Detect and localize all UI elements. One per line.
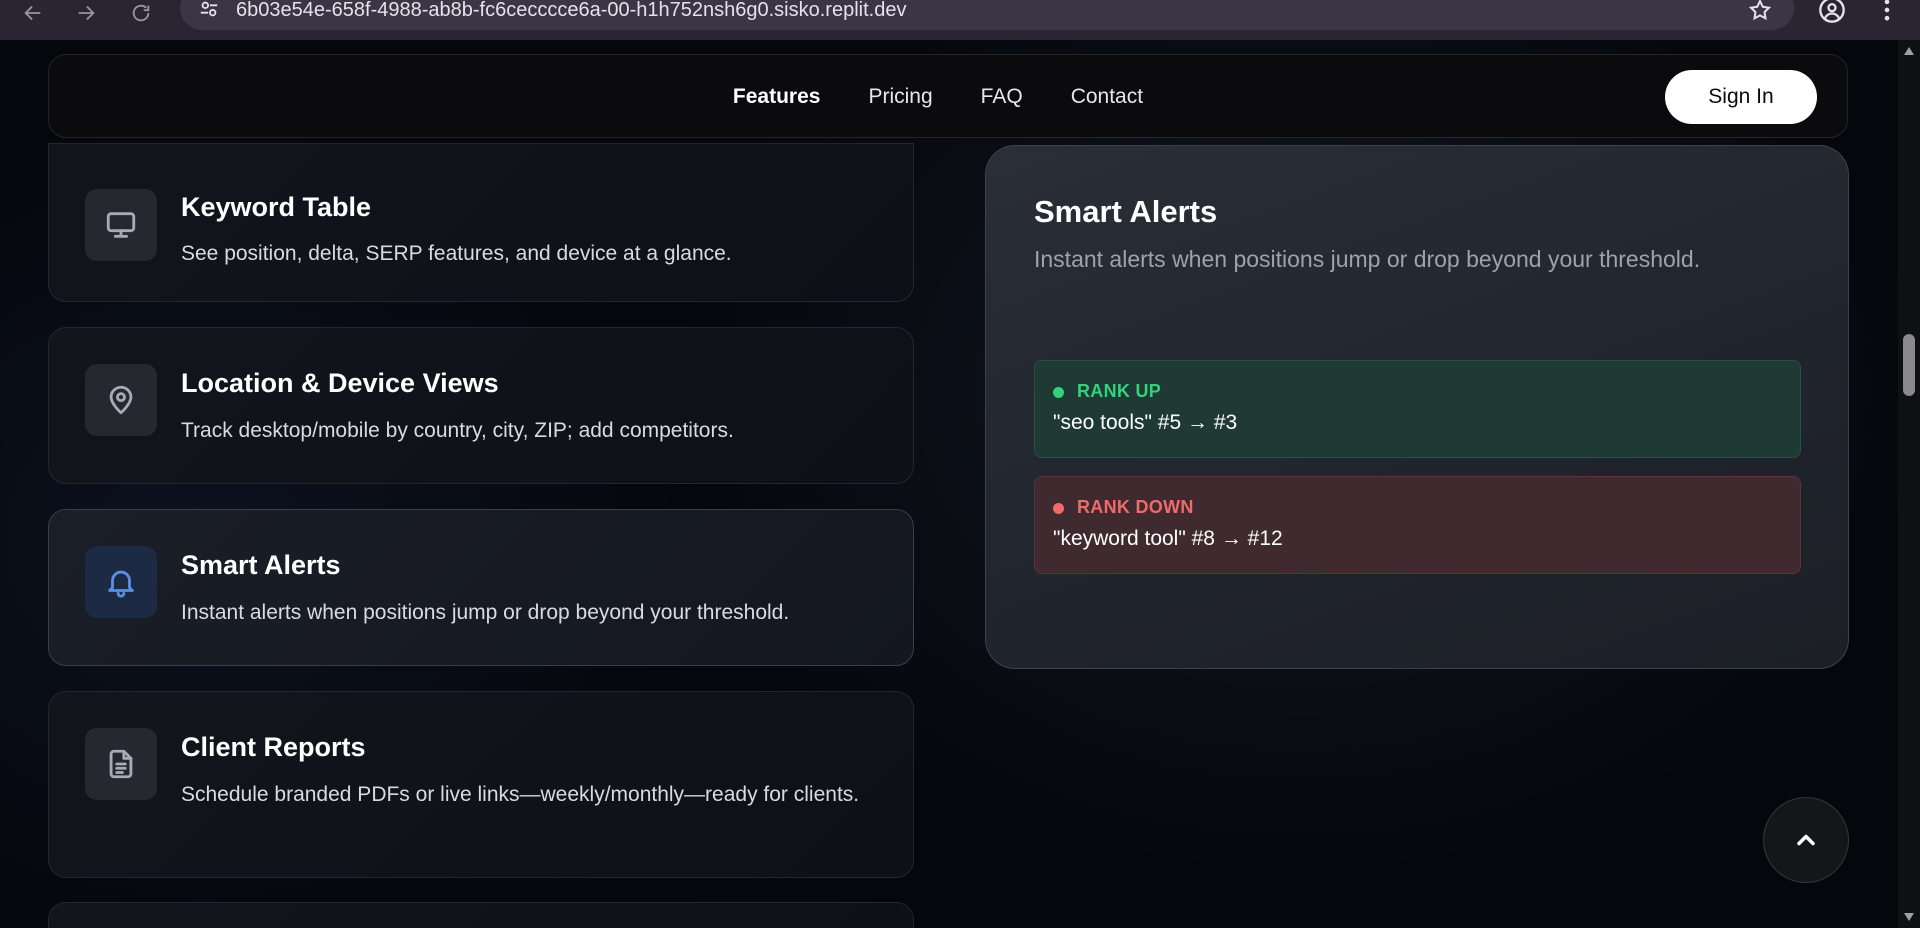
scroll-to-top-button[interactable]	[1763, 797, 1849, 883]
feature-desc: Schedule branded PDFs or live links—week…	[181, 783, 860, 806]
feature-title: Smart Alerts	[181, 550, 341, 580]
alert-rank-up: RANK UP "seo tools" #5 → #3	[1034, 360, 1801, 458]
nav-features[interactable]: Features	[733, 85, 821, 109]
chevron-up-icon	[1797, 834, 1815, 846]
url-text: 6b03e54e-658f-4988-ab8b-fc6cecccce6a-00-…	[236, 0, 907, 21]
map-pin-icon	[85, 364, 157, 436]
nav-contact[interactable]: Contact	[1071, 85, 1143, 109]
feature-card-next[interactable]	[48, 902, 914, 928]
alert-tag: RANK DOWN	[1077, 497, 1194, 517]
site-header: Features Pricing FAQ Contact Sign In	[48, 54, 1848, 138]
feature-card-location-device[interactable]: Location & Device Views Track desktop/mo…	[48, 327, 914, 484]
scroll-down-arrow-icon[interactable]	[1903, 912, 1915, 922]
nav-pricing[interactable]: Pricing	[868, 85, 932, 109]
back-icon[interactable]	[20, 0, 46, 26]
panel-desc: Instant alerts when positions jump or dr…	[1034, 246, 1701, 272]
status-dot	[1053, 387, 1064, 398]
alert-message: "keyword tool" #8 → #12	[1053, 527, 1283, 550]
panel-title: Smart Alerts	[1034, 194, 1218, 229]
feature-title: Location & Device Views	[181, 368, 499, 398]
forward-icon[interactable]	[73, 0, 99, 26]
scroll-up-arrow-icon[interactable]	[1903, 46, 1915, 56]
feature-desc: Track desktop/mobile by country, city, Z…	[181, 419, 734, 442]
feature-desc: Instant alerts when positions jump or dr…	[181, 601, 790, 624]
scrollbar[interactable]	[1898, 40, 1920, 928]
browser-toolbar: 6b03e54e-658f-4988-ab8b-fc6cecccce6a-00-…	[0, 0, 1920, 40]
alert-rank-down: RANK DOWN "keyword tool" #8 → #12	[1034, 476, 1801, 574]
profile-icon[interactable]	[1818, 0, 1846, 24]
feature-card-keyword-table[interactable]: Keyword Table See position, delta, SERP …	[48, 143, 914, 302]
document-icon	[85, 728, 157, 800]
page-content: Features Pricing FAQ Contact Sign In Key…	[0, 40, 1898, 928]
bookmark-star-icon[interactable]	[1748, 0, 1772, 22]
status-dot	[1053, 503, 1064, 514]
alert-tag: RANK UP	[1077, 381, 1162, 401]
browser-menu-icon[interactable]	[1880, 0, 1894, 24]
bell-icon	[85, 546, 157, 618]
monitor-icon	[85, 189, 157, 261]
feature-desc: See position, delta, SERP features, and …	[181, 242, 732, 265]
address-bar[interactable]: 6b03e54e-658f-4988-ab8b-fc6cecccce6a-00-…	[180, 0, 1794, 30]
main-nav: Features Pricing FAQ Contact	[49, 55, 1847, 139]
site-info-icon[interactable]	[198, 0, 220, 20]
sign-in-button[interactable]: Sign In	[1665, 70, 1817, 124]
feature-title: Client Reports	[181, 732, 366, 762]
alert-message: "seo tools" #5 → #3	[1053, 411, 1238, 434]
reload-icon[interactable]	[128, 0, 154, 26]
feature-detail-panel: Smart Alerts Instant alerts when positio…	[985, 145, 1849, 669]
scrollbar-thumb[interactable]	[1903, 334, 1915, 396]
feature-card-smart-alerts[interactable]: Smart Alerts Instant alerts when positio…	[48, 509, 914, 666]
feature-card-client-reports[interactable]: Client Reports Schedule branded PDFs or …	[48, 691, 914, 878]
nav-faq[interactable]: FAQ	[981, 85, 1023, 109]
feature-title: Keyword Table	[181, 192, 372, 222]
